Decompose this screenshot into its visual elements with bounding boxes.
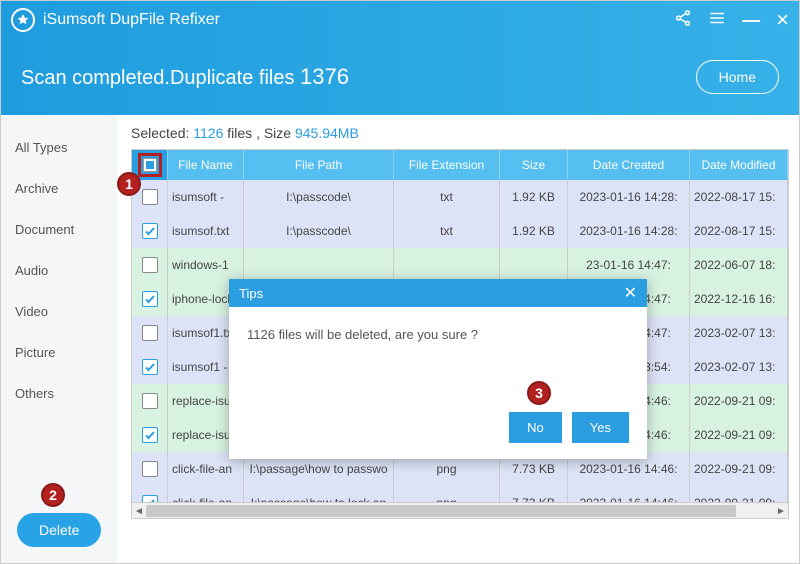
table-row[interactable]: isumsof.txtI:\passcode\txt1.92 KB2023-01… (132, 214, 788, 248)
sidebar-item-archive[interactable]: Archive (1, 168, 117, 209)
sidebar-item-audio[interactable]: Audio (1, 250, 117, 291)
table-header: File Name File Path File Extension Size … (132, 150, 788, 180)
row-checkbox[interactable] (132, 282, 168, 316)
date-modified: 2023-02-07 13: (690, 350, 788, 384)
dialog-title-text: Tips (239, 286, 624, 301)
file-path: I:\passcode\ (244, 214, 394, 248)
col-created[interactable]: Date Created (568, 150, 690, 180)
app-logo-icon (11, 8, 35, 32)
file-ext: txt (394, 214, 500, 248)
file-path (244, 248, 394, 282)
row-checkbox[interactable] (132, 452, 168, 486)
file-name: isumsof.txt (168, 214, 244, 248)
date-created: 2023-01-16 14:28: (568, 214, 690, 248)
row-checkbox[interactable] (132, 418, 168, 452)
date-modified: 2022-09-21 09: (690, 452, 788, 486)
row-checkbox[interactable] (132, 316, 168, 350)
date-created: 2023-01-16 14:28: (568, 180, 690, 214)
share-icon[interactable] (674, 9, 692, 32)
date-created: 23-01-16 14:47: (568, 248, 690, 282)
scroll-right-icon[interactable]: ► (774, 503, 788, 519)
scan-status: Scan completed.Duplicate files 1376 (21, 64, 696, 90)
file-ext (394, 248, 500, 282)
table-row[interactable]: isumsoft -I:\passcode\txt1.92 KB2023-01-… (132, 180, 788, 214)
home-button[interactable]: Home (696, 60, 779, 94)
row-checkbox[interactable] (132, 214, 168, 248)
file-path: I:\passcode\ (244, 180, 394, 214)
sidebar-item-document[interactable]: Document (1, 209, 117, 250)
col-filepath[interactable]: File Path (244, 150, 394, 180)
date-modified: 2022-06-07 18: (690, 248, 788, 282)
file-size: 1.92 KB (500, 214, 568, 248)
minimize-icon[interactable]: — (742, 10, 760, 31)
date-modified: 2022-08-17 15: (690, 180, 788, 214)
file-size: 1.92 KB (500, 180, 568, 214)
selected-info: Selected: 1126 files , Size 945.94MB (131, 125, 789, 141)
annotation-2: 2 (41, 483, 65, 507)
close-icon[interactable]: × (776, 7, 789, 33)
row-checkbox[interactable] (132, 384, 168, 418)
menu-icon[interactable] (708, 9, 726, 32)
row-checkbox[interactable] (132, 350, 168, 384)
date-modified: 2022-09-21 09: (690, 384, 788, 418)
annotation-3: 3 (527, 381, 551, 405)
dialog-no-button[interactable]: No (509, 412, 562, 443)
col-extension[interactable]: File Extension (394, 150, 500, 180)
app-title: iSumsoft DupFile Refixer (43, 11, 674, 29)
delete-button[interactable]: Delete (17, 513, 101, 547)
file-size (500, 248, 568, 282)
date-modified: 2022-12-16 16: (690, 282, 788, 316)
sidebar-item-all-types[interactable]: All Types (1, 127, 117, 168)
dialog-yes-button[interactable]: Yes (572, 412, 629, 443)
sidebar-item-video[interactable]: Video (1, 291, 117, 332)
scrollbar-thumb[interactable] (146, 505, 736, 517)
file-name: isumsoft - (168, 180, 244, 214)
date-modified: 2023-02-07 13: (690, 316, 788, 350)
date-modified: 2022-09-21 09: (690, 418, 788, 452)
col-modified[interactable]: Date Modified (690, 150, 788, 180)
table-row[interactable]: windows-1 23-01-16 14:47:2022-06-07 18: (132, 248, 788, 282)
row-checkbox[interactable] (132, 248, 168, 282)
horizontal-scrollbar[interactable]: ◄ ► (132, 502, 788, 518)
sidebar-item-picture[interactable]: Picture (1, 332, 117, 373)
sidebar-item-others[interactable]: Others (1, 373, 117, 414)
annotation-1: 1 (117, 172, 141, 196)
col-size[interactable]: Size (500, 150, 568, 180)
dialog-message: 1126 files will be deleted, are you sure… (229, 307, 647, 362)
confirm-dialog: Tips ✕ 1126 files will be deleted, are y… (229, 279, 647, 459)
dialog-close-icon[interactable]: ✕ (624, 283, 637, 303)
header: Scan completed.Duplicate files 1376 Home (1, 39, 799, 115)
dialog-titlebar: Tips ✕ (229, 279, 647, 307)
col-filename[interactable]: File Name (168, 150, 244, 180)
scroll-left-icon[interactable]: ◄ (132, 503, 146, 519)
titlebar: iSumsoft DupFile Refixer — × (1, 1, 799, 39)
file-ext: txt (394, 180, 500, 214)
file-name: windows-1 (168, 248, 244, 282)
date-modified: 2022-08-17 15: (690, 214, 788, 248)
